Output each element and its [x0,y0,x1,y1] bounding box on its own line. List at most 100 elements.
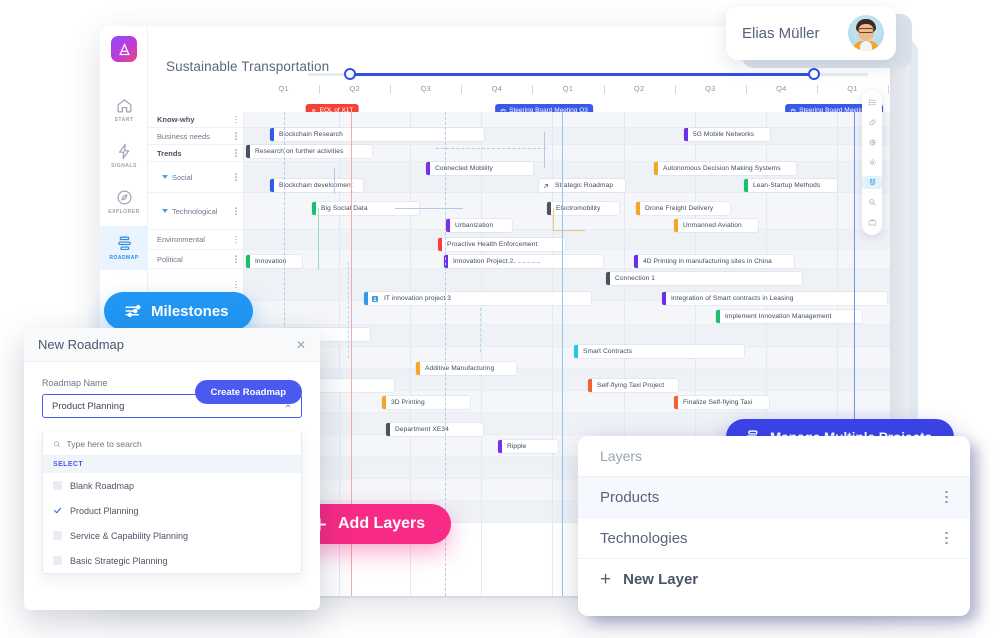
task-label: Integration of Smart contracts in Leasin… [671,295,794,302]
row-label-text: Political [157,254,183,264]
task-bar[interactable]: Blockchain Research [270,128,484,141]
toolbar-briefcase-button[interactable] [862,216,882,229]
sliders-icon [125,305,141,317]
task-bar[interactable]: Drone Freight Delivery [636,202,730,215]
task-bar[interactable]: IT innovation project 3 [364,292,591,305]
task-bar[interactable]: Smart Contracts [574,345,744,358]
task-bar[interactable]: 5G Mobile Networks [684,128,770,141]
task-label: 4D Printing in manufacturing sites in Ch… [643,258,772,265]
task-bar[interactable]: Connection 1 [606,272,802,285]
task-bar[interactable]: Unmanned Aviation [674,219,758,232]
task-bar[interactable]: Proactive Health Enforcement [438,238,565,251]
milestones-pill-button[interactable]: Milestones [104,292,253,330]
create-roadmap-button[interactable]: Create Roadmap [194,380,302,404]
toolbar-link-button[interactable] [862,116,882,129]
row-menu-icon[interactable] [235,132,237,140]
toolbar-list-button[interactable] [862,96,882,109]
task-bar[interactable]: Additive Manufacturing [416,362,516,375]
row-menu-icon[interactable] [235,149,237,157]
toolbar-magnet-button[interactable] [862,176,882,189]
row-label-environmental[interactable]: Environmental [148,230,244,250]
task-bar[interactable]: Innovation [246,255,302,268]
row-label-political[interactable]: Political [148,250,244,269]
zoom-out-icon [868,199,875,206]
dialog-title: New Roadmap [38,337,124,352]
layer-menu-icon[interactable] [945,531,948,545]
toolbar-settings-gear-button[interactable] [862,156,882,169]
sidebar-item-explorer[interactable]: EXPLORER [100,180,148,224]
magnet-icon [869,179,875,186]
home-icon [117,99,131,113]
new-layer-button[interactable]: + New Layer [578,558,970,599]
toolbar-globe-gear-button[interactable] [862,136,882,149]
user-badge[interactable]: Elias Müller [726,6,896,60]
dropdown-option[interactable]: Basic Strategic Planning [43,548,301,573]
task-bar[interactable]: Lean-Startup Methods [744,179,837,192]
search-input[interactable] [66,438,291,449]
task-bar[interactable]: Electromobility [547,202,619,215]
sidebar-item-start[interactable]: START [100,88,148,132]
row-menu-icon[interactable] [235,255,237,263]
sidebar-item-signals[interactable]: SIGNALS [100,134,148,178]
right-toolbar [862,90,882,235]
timeline-range-slider[interactable] [308,68,868,82]
lightning-icon [118,143,129,160]
task-bar[interactable]: Urbanization [446,219,512,232]
row-label-business-needs[interactable]: Business needs [148,128,244,145]
layers-icon [117,236,131,251]
dropdown-option-label: Service & Capability Planning [70,530,189,541]
slider-handle-end[interactable] [808,68,820,80]
list-icon [868,99,876,106]
task-bar[interactable]: Finalize Self-flying Taxi [674,396,769,409]
layer-row[interactable]: Technologies [578,517,970,558]
quarter-tick [745,85,747,94]
row-menu-icon[interactable] [235,207,237,215]
task-bar[interactable]: Ripple [498,440,558,453]
row-menu-icon[interactable] [235,173,237,181]
row-label-social[interactable]: Social [148,162,244,193]
layer-row[interactable]: Products [578,476,970,517]
checkbox[interactable] [53,556,62,565]
task-label: Electromobility [556,205,601,212]
task-bar[interactable]: Autonomous Decision Making Systems [654,162,796,175]
task-bar[interactable]: 4D Printing in manufacturing sites in Ch… [634,255,794,268]
row-menu-icon[interactable] [235,235,237,244]
task-label: Additive Manufacturing [425,365,495,372]
task-bar[interactable]: Self-flying Taxi Project [588,379,678,392]
app-logo-icon[interactable] [111,36,137,62]
sidebar-item-roadmap[interactable]: ROADMAP [100,226,148,270]
task-bar[interactable]: Implement Innovation Management [716,310,862,323]
task-bar[interactable]: Strategic Roadmap [539,179,625,192]
checkbox[interactable] [53,481,62,490]
add-layers-label: Add Layers [338,515,426,532]
row-menu-icon[interactable] [235,115,237,124]
toolbar-zoom-out-button[interactable] [862,196,882,209]
task-bar[interactable]: 3D Printing [382,396,470,409]
task-bar[interactable]: Innovation Project 2 [444,255,603,268]
person-icon [372,295,378,302]
quarter-tick [390,85,392,94]
collapse-caret-icon[interactable] [162,175,168,179]
task-label: Drone Freight Delivery [645,205,714,212]
row-label-technological[interactable]: Technological [148,193,244,230]
dropdown-search-row[interactable] [43,432,301,456]
slider-handle-start[interactable] [344,68,356,80]
row-label-text: Know-why [157,115,195,124]
task-label: Blockchain development [279,182,353,189]
close-icon[interactable]: ✕ [296,339,306,351]
task-bar[interactable]: Connected Mobility [426,162,533,175]
avatar[interactable] [848,15,884,51]
dropdown-option[interactable]: Blank Roadmap [43,473,301,498]
dropdown-option[interactable]: Product Planning [43,498,301,523]
checkbox[interactable] [53,531,62,540]
collapse-caret-icon[interactable] [162,209,168,213]
task-bar[interactable]: Department XE34 [386,423,483,436]
dropdown-option[interactable]: Service & Capability Planning [43,523,301,548]
layer-menu-icon[interactable] [945,490,948,504]
row-menu-icon[interactable] [235,280,237,289]
user-name: Elias Müller [742,24,820,42]
task-bar[interactable]: Research on further activities [246,145,372,158]
task-bar[interactable]: Big Social Data [312,202,419,215]
row-label-know-why[interactable]: Know-why [148,112,244,128]
row-label-trends[interactable]: Trends [148,145,244,162]
